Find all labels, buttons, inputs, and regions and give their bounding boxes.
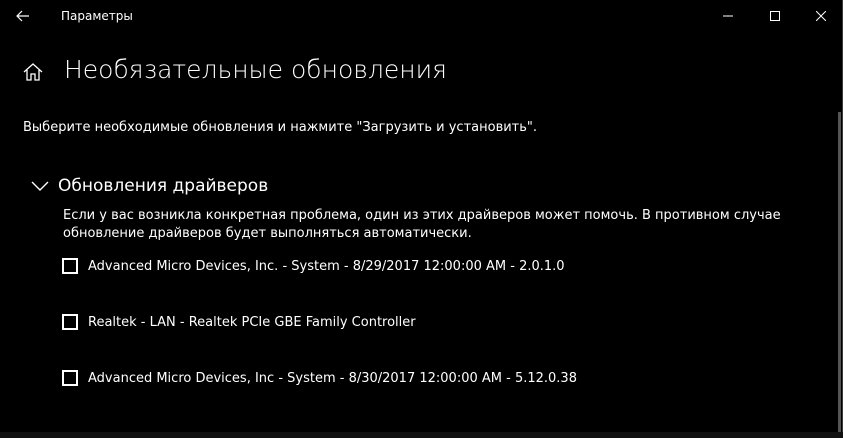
checkbox[interactable] <box>62 314 78 330</box>
window-title: Параметры <box>61 9 133 23</box>
list-item[interactable]: Advanced Micro Devices, Inc. - System - … <box>62 255 565 277</box>
item-label: Realtek - LAN - Realtek PCIe GBE Family … <box>88 314 416 330</box>
scrollbar[interactable] <box>838 112 841 434</box>
page-title: Необязательные обновления <box>64 55 447 84</box>
item-label: Advanced Micro Devices, Inc. - System - … <box>88 258 565 274</box>
item-label: Advanced Micro Devices, Inc - System - 8… <box>88 370 577 386</box>
list-item[interactable]: Realtek - LAN - Realtek PCIe GBE Family … <box>62 311 416 333</box>
close-icon <box>816 11 826 21</box>
section-title: Обновления драйверов <box>58 176 269 196</box>
bottom-divider <box>0 432 843 438</box>
close-button[interactable] <box>798 0 843 32</box>
minimize-icon <box>723 15 733 17</box>
home-icon[interactable] <box>22 61 44 83</box>
checkbox[interactable] <box>62 258 78 274</box>
driver-updates-expander[interactable]: Обновления драйверов <box>30 174 268 198</box>
minimize-button[interactable] <box>705 0 751 32</box>
section-description: Если у вас возникла конкретная проблема,… <box>63 208 781 241</box>
intro-text: Выберите необходимые обновления и нажмит… <box>23 120 538 135</box>
back-button[interactable] <box>0 0 46 32</box>
settings-window: Параметры Необязательные обновления Выбе… <box>0 0 843 438</box>
back-arrow-icon <box>16 10 29 22</box>
list-item[interactable]: Advanced Micro Devices, Inc - System - 8… <box>62 367 577 389</box>
maximize-icon <box>770 11 780 21</box>
chevron-down-icon <box>31 181 49 191</box>
maximize-button[interactable] <box>752 0 798 32</box>
title-bar: Параметры <box>0 0 843 32</box>
checkbox[interactable] <box>62 370 78 386</box>
